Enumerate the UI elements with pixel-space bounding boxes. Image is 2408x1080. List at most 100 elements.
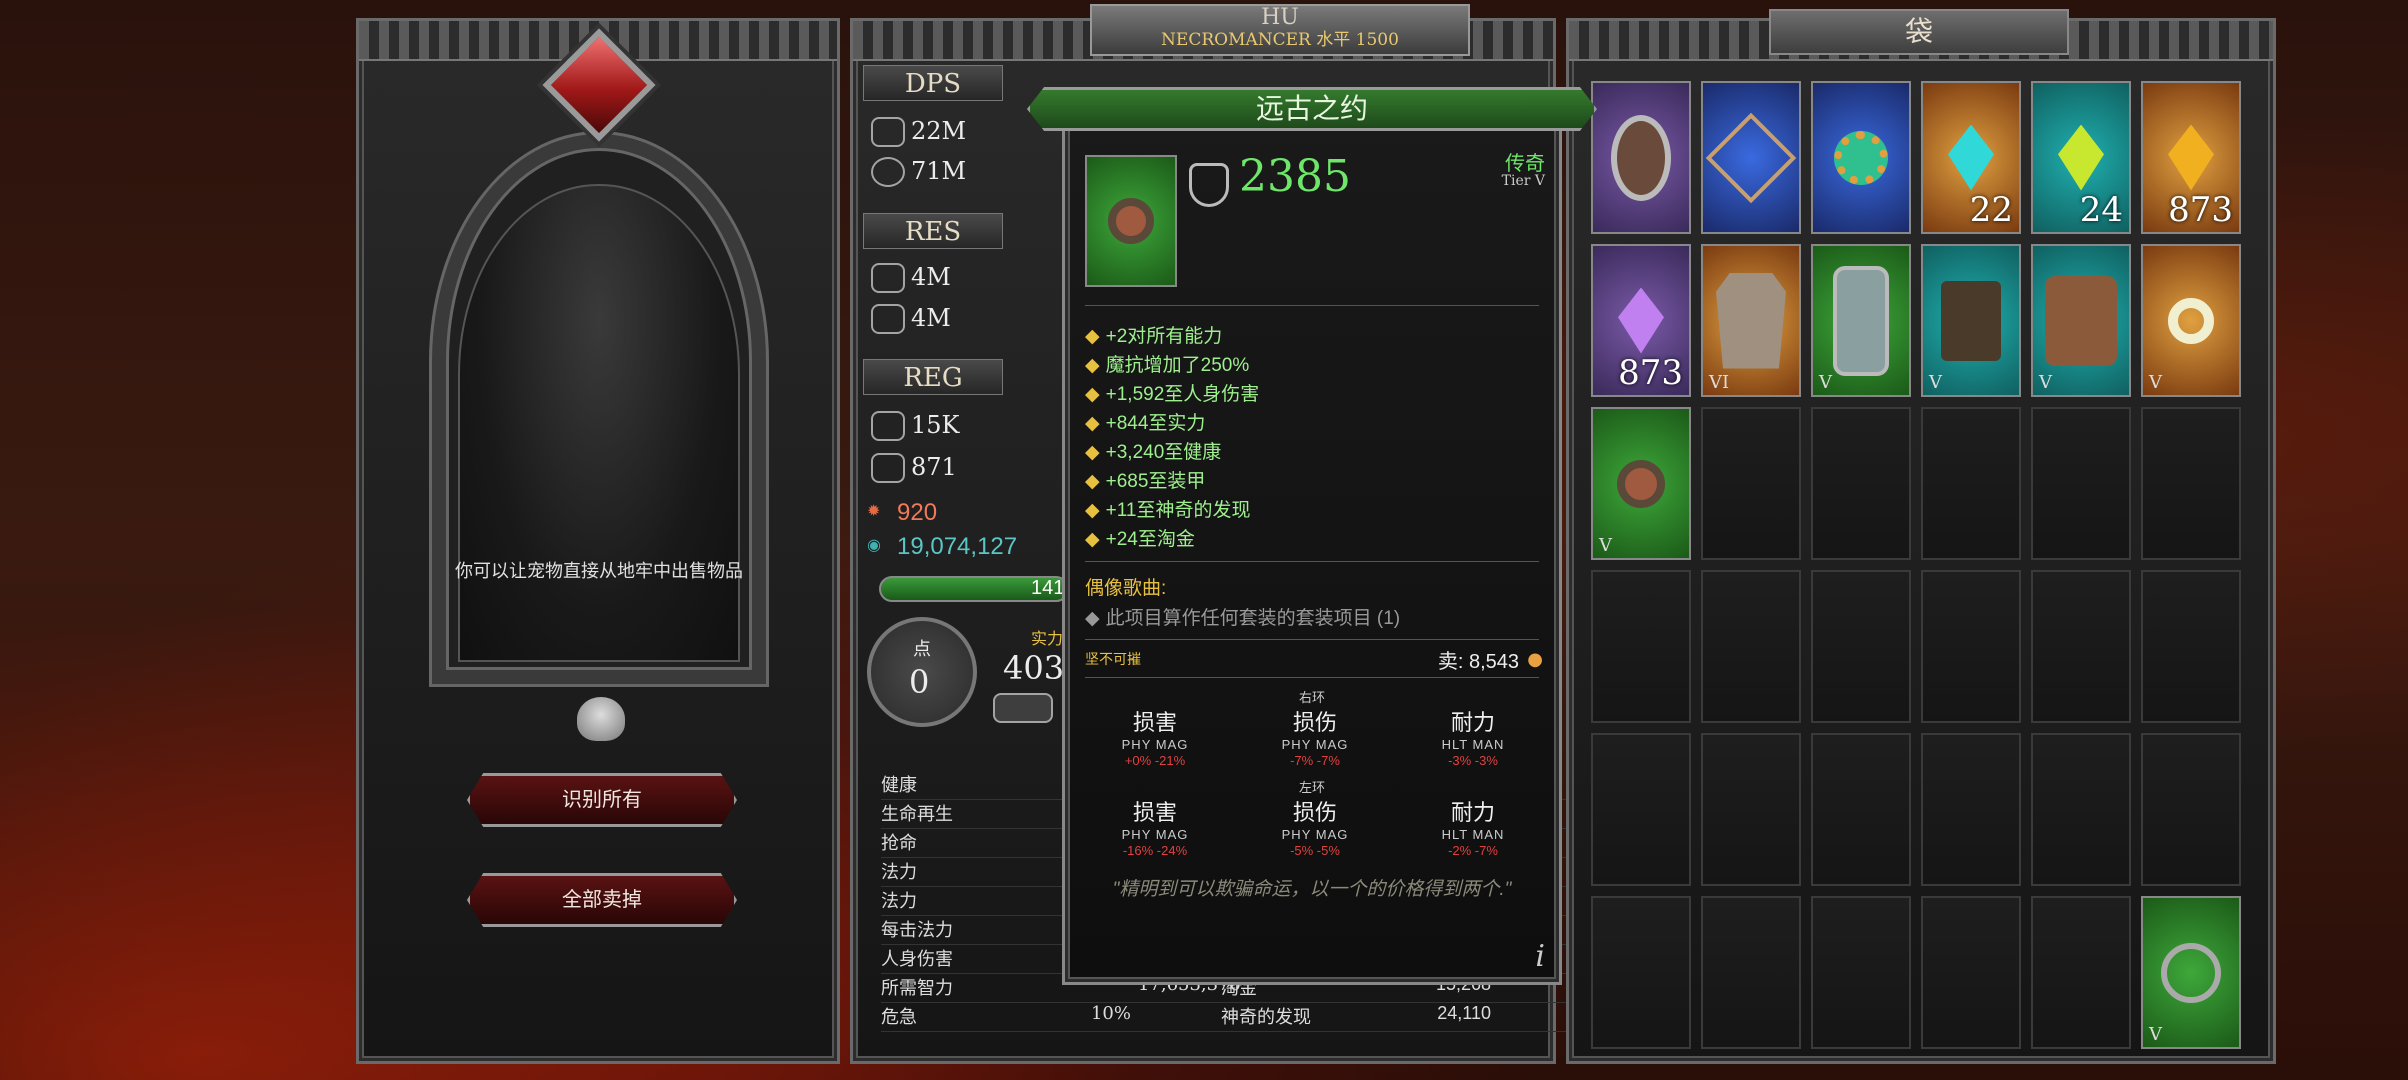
points-value: 0 (909, 663, 930, 701)
mana-icon (871, 453, 905, 483)
identify-all-button[interactable]: 识别所有 (467, 773, 737, 827)
compare-left-stamina: 耐力 HLT MAN -2% -7% (1441, 800, 1505, 858)
info-icon[interactable]: i (1535, 939, 1545, 974)
bag-slot[interactable]: V (1591, 407, 1691, 560)
affix-line: ◆ +2对所有能力 (1085, 326, 1223, 347)
ring-item-icon (1085, 155, 1177, 287)
item-tier: Tier V (1501, 173, 1545, 189)
bag-slot[interactable] (1591, 570, 1691, 723)
affix-line: ◆ +844至实力 (1085, 413, 1206, 434)
bag-slot[interactable]: V (2031, 244, 2131, 397)
pet-portrait-arch (429, 131, 769, 687)
dps-physical: 22M (911, 117, 967, 145)
leather-armor-icon (2045, 275, 2117, 366)
gemstone-icon (1618, 287, 1664, 354)
hexagram-star-icon (1705, 112, 1797, 203)
stack-count: 873 (1618, 353, 1683, 393)
bag-slot[interactable]: VI (1701, 244, 1801, 397)
character-class-level: NECROMANCER 水平 1500 (1161, 30, 1399, 50)
bag-slot[interactable] (1811, 896, 1911, 1049)
item-title: 远古之约 (1027, 87, 1597, 131)
reg-label: REG (863, 359, 1003, 395)
bag-slot[interactable]: 24 (2031, 81, 2131, 234)
bag-slot[interactable]: 22 (1921, 81, 2021, 234)
stack-count: 22 (1969, 190, 2013, 230)
bag-slot[interactable] (2031, 733, 2131, 886)
bag-slot[interactable] (2141, 570, 2241, 723)
bag-slot[interactable]: V (2141, 896, 2241, 1049)
bag-slot[interactable] (1811, 570, 1911, 723)
affix-line: ◆ +11至神奇的发现 (1085, 500, 1251, 521)
bag-slot[interactable] (1591, 81, 1691, 234)
compare-right-stamina: 耐力 HLT MAN -3% -3% (1441, 710, 1505, 768)
bag-slot[interactable] (1591, 896, 1691, 1049)
gold-ring-icon (2168, 297, 2214, 344)
item-tier-badge: V (2149, 1024, 2162, 1045)
pet-sell-hint: 你可以让宠物直接从地牢中出售物品 (455, 561, 743, 581)
affix-line: ◆ +1,592至人身伤害 (1085, 384, 1260, 405)
armor-shield-icon (1189, 163, 1229, 207)
bag-slot[interactable] (1591, 733, 1691, 886)
compare-right-injury: 损伤 PHY MAG -7% -7% (1281, 710, 1349, 768)
dps-magic: 71M (911, 157, 967, 185)
stack-count: 24 (2079, 190, 2123, 230)
bag-slot[interactable] (2031, 570, 2131, 723)
bag-slot[interactable] (2031, 407, 2131, 560)
gemstone-icon (2168, 124, 2214, 191)
bag-slot[interactable] (2031, 896, 2131, 1049)
idol-song-text: ◆ 此项目算作任何套装的套装项目 (1) (1085, 608, 1401, 629)
gemstone-icon (1948, 124, 1994, 191)
bag-title: 袋 (1769, 9, 2069, 55)
stack-count: 873 (2168, 190, 2233, 230)
left-ring-label: 左环 (1298, 780, 1325, 795)
bag-slot[interactable]: 873 (1591, 244, 1691, 397)
heart-icon (871, 411, 905, 441)
item-armor-value: 2385 (1239, 151, 1351, 202)
bag-slot[interactable]: V (1921, 244, 2021, 397)
gold-ore-icon: ✹ (867, 501, 881, 520)
res-label: RES (863, 213, 1003, 249)
bag-slot[interactable] (1921, 733, 2021, 886)
item-tier-badge: VI (1709, 372, 1730, 393)
magic-swirl-icon (871, 157, 905, 187)
bag-slot[interactable] (1921, 896, 2021, 1049)
magic-shield-icon (871, 304, 905, 334)
bag-slot[interactable] (1921, 570, 2021, 723)
res-physical: 4M (911, 263, 951, 291)
gemstone-icon (2058, 124, 2104, 191)
item-tier-badge: V (1599, 535, 1612, 556)
bag-slot[interactable] (1701, 896, 1801, 1049)
mirror-icon (1611, 114, 1671, 201)
sell-all-button[interactable]: 全部卖掉 (467, 873, 737, 927)
bag-slot[interactable] (1811, 733, 1911, 886)
bag-slot[interactable]: 873 (2141, 81, 2241, 234)
add-point-plus-icon[interactable] (993, 693, 1053, 723)
divider (1085, 561, 1539, 562)
bag-slot[interactable] (2141, 733, 2241, 886)
stat-row: 危急 10% 神奇的发现 24,110 (881, 1003, 1571, 1032)
bag-slot[interactable] (1701, 81, 1801, 234)
bag-slot[interactable] (1811, 407, 1911, 560)
flavor-quote: "精明到可以欺骗命运，以一个的价格得到两个." (1112, 879, 1512, 900)
boots-icon (1941, 280, 2001, 361)
tunic-armor-icon (1716, 272, 1786, 369)
bag-slot[interactable] (1701, 407, 1801, 560)
gold-coin-icon: ● (1527, 649, 1543, 670)
item-tier-badge: V (1929, 372, 1942, 393)
strength-label: 实力 (1031, 631, 1064, 648)
shield-icon (871, 263, 905, 293)
affix-line: ◆ +3,240至健康 (1085, 442, 1222, 463)
bag-slot[interactable]: V (1811, 244, 1911, 397)
reg-life: 15K (911, 411, 960, 439)
bag-slot[interactable] (1811, 81, 1911, 234)
bag-slot[interactable] (1921, 407, 2021, 560)
bag-slot[interactable] (1701, 733, 1801, 886)
bag-slot[interactable] (1701, 570, 1801, 723)
strength-value: 403 (1003, 649, 1065, 687)
item-rarity: 传奇 (1505, 153, 1545, 175)
pet-sell-panel: 你可以让宠物直接从地牢中出售物品 识别所有 全部卖掉 (356, 18, 840, 1064)
experience-value: 141 (1031, 577, 1065, 599)
bag-slot[interactable] (2141, 407, 2241, 560)
right-ring-label: 右环 (1298, 690, 1325, 705)
bag-slot[interactable]: V (2141, 244, 2241, 397)
